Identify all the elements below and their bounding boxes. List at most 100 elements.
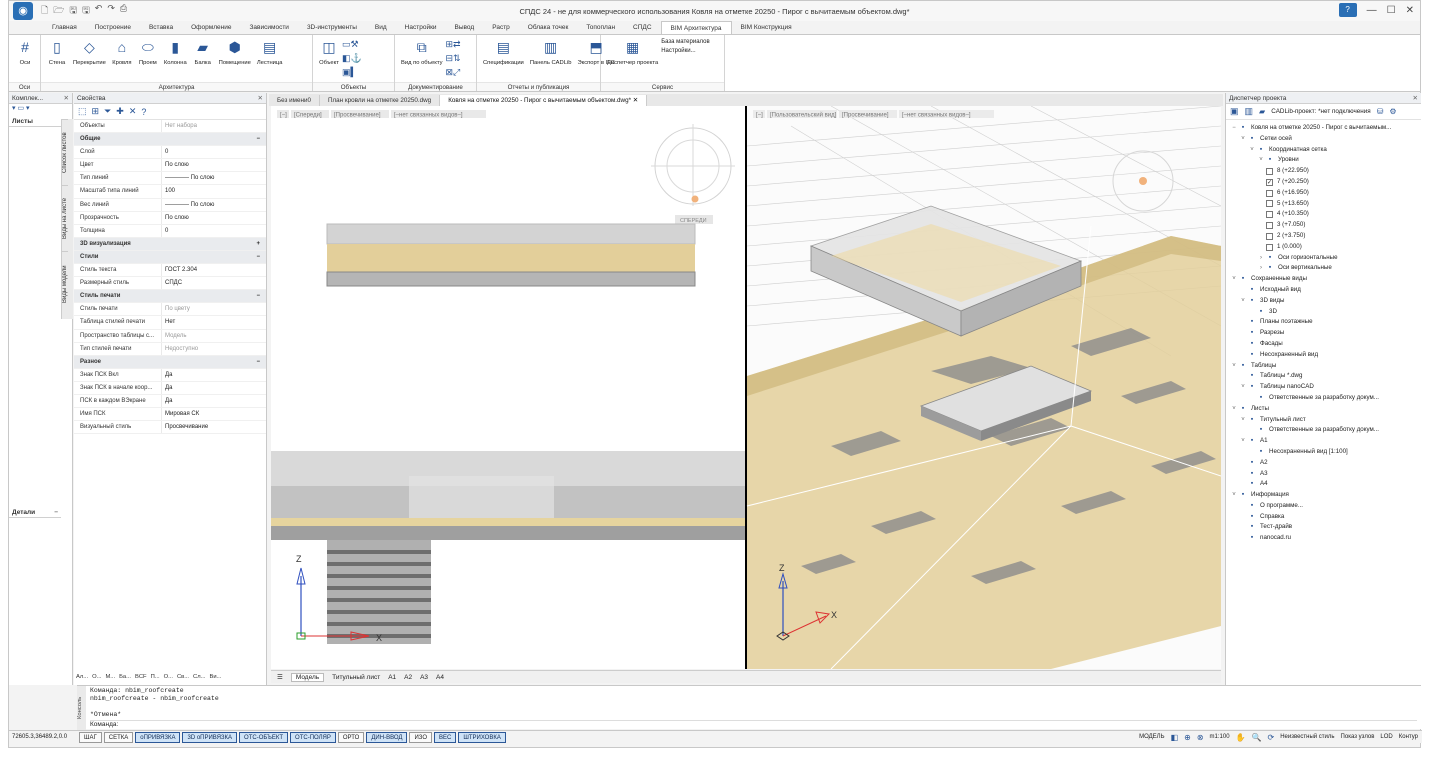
tree-node[interactable]: ▪ 3D [1226,307,1421,318]
layout-menu-icon[interactable]: ☰ [277,673,283,681]
ribbon-tab[interactable]: Главная [43,21,86,34]
object-tool-1-icon[interactable]: ▭ [342,39,351,50]
object-tool-5-icon[interactable]: ⚓ [351,53,362,64]
tree-node[interactable]: ▪ Планы поэтажные [1226,317,1421,328]
layout-tab-a4[interactable]: A4 [436,674,444,681]
tree-node[interactable]: 3 (+7.050) [1226,220,1421,231]
close-button[interactable]: ✕ [1406,5,1414,16]
tree-expander-icon[interactable]: ˅ [1230,404,1238,415]
front-viewport[interactable]: [−] [Спереди] [Просвечивание] [–нет связ… [271,106,745,669]
tree-node[interactable]: ˅ ▪ Сетки осей [1226,134,1421,145]
slab-button[interactable]: ◇ Перекрытие [70,37,109,83]
tree-expander-icon[interactable]: ˅ [1239,134,1247,145]
status-toggle-button[interactable]: ДИН-ВВОД [366,731,408,743]
ribbon-tab[interactable]: BIM Конструкция [732,21,801,34]
ribbon-tab[interactable]: Зависимости [240,21,297,34]
section-toggle-icon[interactable]: − [256,356,260,368]
tree-node[interactable]: ▪ Несохраненный вид [1:100] [1226,447,1421,458]
tree-view-icon[interactable]: ▣ [1230,106,1239,117]
property-row[interactable]: Визуальный стиль Просвечивание [74,421,266,435]
property-value[interactable]: СПДС [162,277,266,289]
view-by-object-button[interactable]: ⧉ Вид по объекту [398,37,446,83]
scale-readout[interactable]: m1:100 [1210,734,1230,740]
snap-icon[interactable]: ⊕ [1184,733,1191,742]
ribbon-tab[interactable]: Построение [86,21,140,34]
tree-node[interactable]: ˅ ▪ Уровни [1226,155,1421,166]
property-value[interactable]: Мировая СК [162,408,266,420]
property-row[interactable]: Толщина 0 [74,224,266,238]
properties-bottom-tab[interactable]: Ал... [76,674,88,680]
property-row[interactable]: Объекты Нет набора [74,120,266,134]
tree-node[interactable]: ▪ nanocad.ru [1226,533,1421,544]
minimize-button[interactable]: — [1367,5,1377,16]
tree-node[interactable]: ▪ О программе... [1226,501,1421,512]
property-section[interactable]: 3D визуализация + [74,237,266,251]
ribbon-tab[interactable]: Вид [366,21,396,34]
tree-node[interactable]: ˅ ▪ Титульный лист [1226,415,1421,426]
ribbon-tab[interactable]: Растр [483,21,519,34]
tree-expander-icon[interactable]: ˅ [1230,361,1238,372]
property-row[interactable]: Знак ПСК Вкл Да [74,368,266,382]
wall-button[interactable]: ▯ Стена [44,37,70,83]
save-as-icon[interactable]: 🖫 [82,3,90,19]
tree-node[interactable]: 4 (+10.350) [1226,209,1421,220]
tab-model-views[interactable]: Виды модели [62,251,68,317]
property-value[interactable]: Да [162,369,266,381]
ribbon-tab[interactable]: Настройки [396,21,446,34]
tree-expander-icon[interactable]: › [1257,263,1265,274]
level-checkbox[interactable]: ✓ [1266,178,1273,186]
tree-node[interactable]: ˅ ▪ Таблицы nanoCAD [1226,382,1421,393]
level-checkbox[interactable] [1266,232,1273,240]
layout-tab-a2[interactable]: A2 [404,674,412,681]
drawing-viewport[interactable]: [−] [Спереди] [Просвечивание] [–нет связ… [271,106,1221,669]
roof-button[interactable]: ⌂ Кровля [109,37,135,83]
property-value[interactable]: 0 [162,225,266,237]
section-toggle-icon[interactable]: − [256,290,260,302]
gear-icon[interactable]: ⚙ [1389,107,1396,116]
redo-icon[interactable]: ↷ [107,3,115,19]
section-toggle-icon[interactable]: − [256,251,260,263]
property-value[interactable]: Недоступно [162,343,266,355]
specifications-button[interactable]: ▤ Спецификации [480,37,527,83]
property-value[interactable]: Модель [162,330,266,342]
tree-expander-icon[interactable]: ˅ [1257,155,1265,166]
tree-node[interactable]: › ▪ Оси вертикальные [1226,263,1421,274]
property-value[interactable]: 100 [162,185,266,197]
layout-tab-a1[interactable]: A1 [388,674,396,681]
doc-tab-roof-plan[interactable]: План кровли на отметке 20250.dwg [320,95,441,106]
tree-node[interactable]: 1 (0.000) [1226,242,1421,253]
property-section[interactable]: Общие − [74,133,266,147]
ribbon-tab[interactable]: СПДС [624,21,660,34]
properties-bottom-tab[interactable]: BCF [135,674,147,680]
tree-node[interactable]: › ▪ Оси горизонтальные [1226,253,1421,264]
status-toggle-button[interactable]: ВЕС [434,731,457,743]
maximize-button[interactable]: ☐ [1387,5,1396,16]
properties-bottom-tab[interactable]: Ба... [119,674,131,680]
tree-node[interactable]: ▪ A3 [1226,469,1421,480]
doc-tool-3-icon[interactable]: ⊠ [446,67,454,78]
lod-label[interactable]: LOD [1380,734,1392,740]
tree-node[interactable]: ▪ Разрезы [1226,328,1421,339]
list-view-icon[interactable]: ▥ [1245,106,1254,117]
ribbon-tab[interactable]: Вывод [446,21,484,34]
zoom-icon[interactable]: 🔍 [1252,733,1262,742]
section-toggle-icon[interactable]: + [256,238,260,250]
settings-button[interactable]: Настройки... [661,48,709,54]
doc-tool-4-icon[interactable]: ⇄ [453,39,461,50]
undo-icon[interactable]: ↶ [95,3,103,19]
doc-tool-2-icon[interactable]: ⊟ [446,53,454,64]
ribbon-tab[interactable]: BIM Архитектура [660,21,732,34]
tree-node[interactable]: ▪ Ответственные за разработку докум... [1226,393,1421,404]
tree-node[interactable]: 8 (+22.950) [1226,166,1421,177]
tree-expander-icon[interactable]: ˅ [1248,145,1256,156]
level-checkbox[interactable] [1266,211,1273,219]
tree-expander-icon[interactable]: ˅ [1239,415,1247,426]
tree-node[interactable]: 5 (+13.650) [1226,199,1421,210]
status-toggle-button[interactable]: ШТРИХОВКА [458,731,506,743]
layout-tab-a3[interactable]: A3 [420,674,428,681]
ribbon-tab[interactable]: Вставка [140,21,182,34]
ribbon-tab[interactable]: Оформление [182,21,240,34]
property-row[interactable]: ПСК в каждом ВЭкране Да [74,394,266,409]
property-value[interactable]: ———— По слою [162,199,266,211]
property-section[interactable]: Стили − [74,250,266,265]
